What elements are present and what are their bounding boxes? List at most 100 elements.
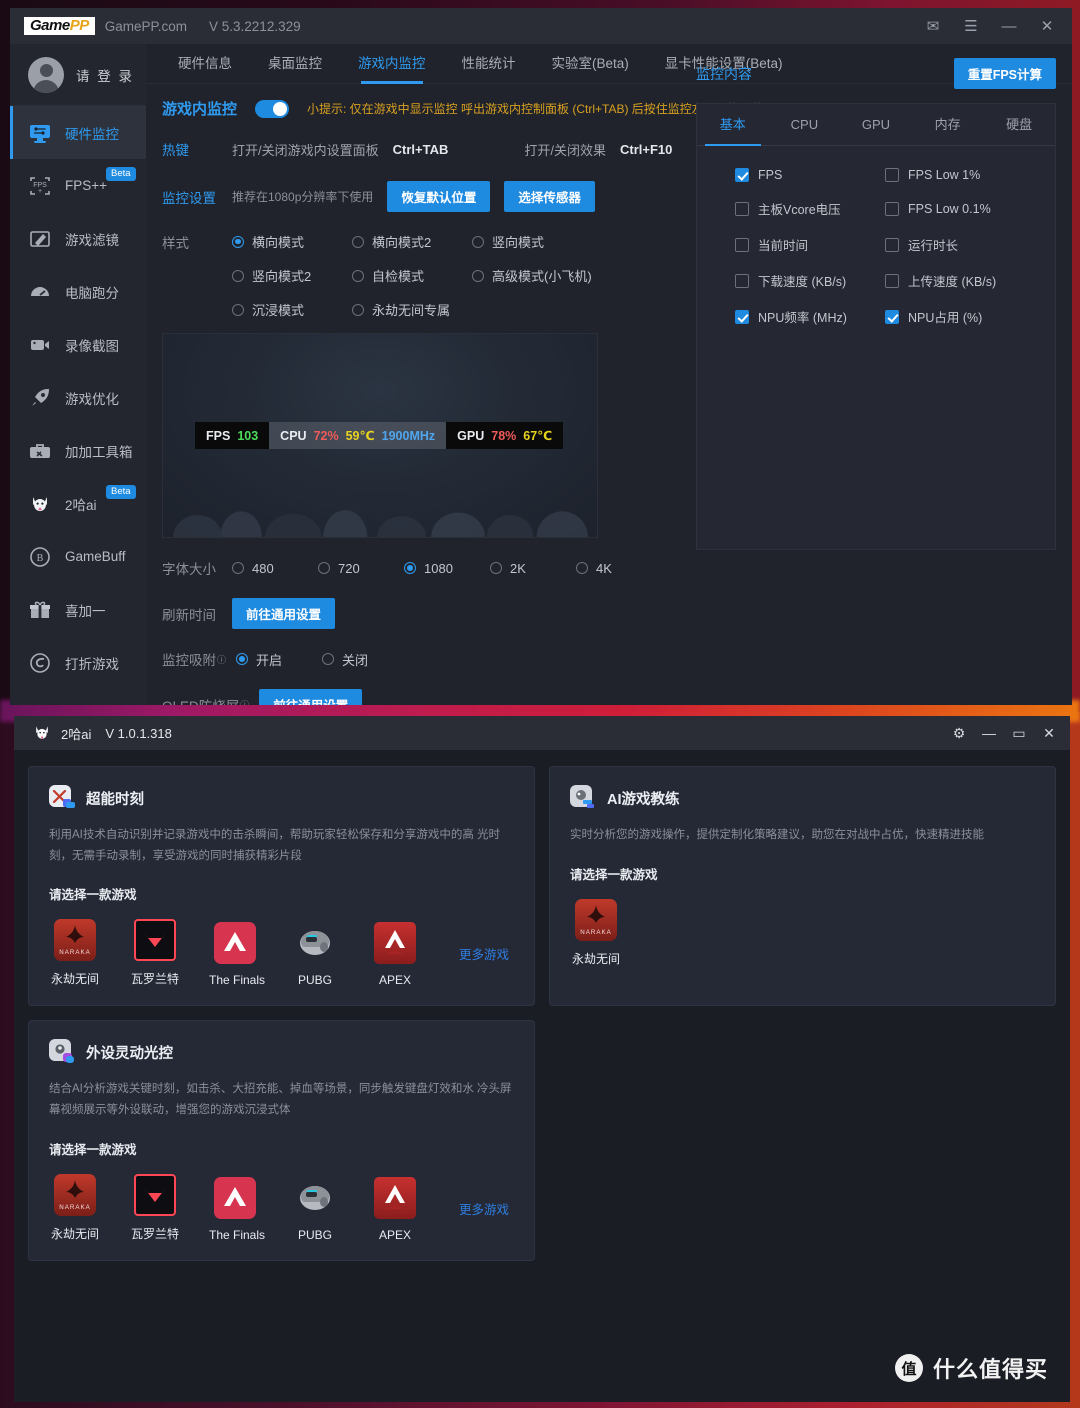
font-size-720[interactable]: 720 [318, 561, 404, 576]
more-games-link[interactable]: 更多游戏 [459, 944, 509, 963]
style-option-horizontal-2[interactable]: 横向模式2 [352, 232, 472, 251]
game-item-naraka[interactable]: NARAKA 永劫无间 [570, 898, 622, 967]
style-option-horizontal[interactable]: 横向模式 [232, 232, 352, 251]
gamepp-logo: GamePP [24, 17, 95, 35]
tab-desktop-monitor[interactable]: 桌面监控 [250, 44, 340, 84]
monitor-snap-on[interactable]: 开启 [236, 650, 322, 669]
style-option-vertical[interactable]: 竖向模式 [472, 232, 612, 251]
mail-icon[interactable]: ✉ [916, 11, 950, 41]
tab-lab-beta[interactable]: 实验室(Beta) [534, 44, 647, 84]
sidebar-item-fps-plus[interactable]: FPS + FPS++ Beta [10, 159, 146, 212]
fps-icon: FPS + [26, 172, 54, 200]
checkbox-box [735, 309, 749, 324]
gamepp-titlebar[interactable]: GamePP GamePP.com V 5.3.2212.329 ✉ ☰ — ✕ [10, 8, 1072, 44]
close-icon[interactable]: ✕ [1034, 719, 1064, 747]
avatar [28, 56, 64, 93]
sidebar-item-game-filter[interactable]: 游戏滤镜 [10, 212, 146, 265]
game-item-valorant[interactable]: 瓦罗兰特 [129, 919, 181, 987]
maximize-icon[interactable]: ▭ [1004, 719, 1034, 747]
rp-tab-memory[interactable]: 内存 [912, 104, 984, 145]
font-size-4k[interactable]: 4K [576, 561, 662, 576]
font-size-1080[interactable]: 1080 [404, 561, 490, 576]
game-item-naraka[interactable]: NARAKA 永劫无间 [49, 1173, 101, 1242]
radio-label: 横向模式2 [372, 235, 432, 250]
sidebar-item-hardware-monitor[interactable]: 硬件监控 [10, 106, 146, 159]
checkbox-vcore[interactable]: 主板Vcore电压 [735, 199, 885, 218]
2ha-ai-window: 2哈ai V 1.0.1.318 ⚙ — ▭ ✕ 超能时刻 利用AI技术自动识别… [14, 716, 1070, 1402]
minimize-icon[interactable]: — [974, 719, 1004, 747]
minimize-icon[interactable]: — [992, 11, 1026, 41]
radio-label: 沉浸模式 [252, 303, 305, 318]
reset-position-button[interactable]: 恢复默认位置 [387, 181, 491, 212]
monitor-snap-off[interactable]: 关闭 [322, 650, 408, 669]
close-icon[interactable]: ✕ [1030, 11, 1064, 41]
sidebar-item-recording[interactable]: 录像截图 [10, 318, 146, 371]
menu-icon[interactable]: ☰ [954, 11, 988, 41]
rp-tab-cpu[interactable]: CPU [769, 104, 841, 145]
style-option-immersive[interactable]: 沉浸模式 [232, 300, 352, 319]
info-icon[interactable]: ⓘ [217, 653, 226, 666]
game-item-valorant[interactable]: 瓦罗兰特 [129, 1173, 181, 1242]
user-login-area[interactable]: 请 登 录 [10, 44, 146, 106]
checkbox-download-speed[interactable]: 下载速度 (KB/s) [735, 271, 885, 290]
reset-fps-button[interactable]: 重置FPS计算 [953, 58, 1056, 89]
sidebar-item-game-optimize[interactable]: 游戏优化 [10, 371, 146, 424]
game-item-naraka[interactable]: NARAKA 永劫无间 [49, 919, 101, 987]
content-area: 硬件信息 桌面监控 游戏内监控 性能统计 实验室(Beta) 显卡性能设置(Be… [146, 44, 1072, 705]
game-item-pubg[interactable]: PUBG [289, 922, 341, 987]
sidebar-item-toolbox[interactable]: 加加工具箱 [10, 424, 146, 477]
more-games-link[interactable]: 更多游戏 [459, 1199, 509, 1218]
game-item-apex[interactable]: APEX [369, 922, 421, 987]
checkbox-current-time[interactable]: 当前时间 [735, 235, 885, 254]
font-size-options: 480 720 1080 2K 4K [232, 561, 662, 576]
checkbox-label: FPS Low 1% [908, 168, 981, 182]
rp-tab-basic[interactable]: 基本 [697, 104, 769, 146]
game-item-thefinals[interactable]: The Finals [209, 1176, 265, 1242]
app-name: 2哈ai [61, 726, 92, 742]
tab-performance-stats[interactable]: 性能统计 [444, 44, 534, 84]
checkbox-box [885, 168, 899, 182]
checkbox-fps-low-1[interactable]: FPS Low 1% [885, 168, 1035, 182]
sidebar-item-2ha-ai[interactable]: 2哈ai Beta [10, 477, 146, 530]
game-list: NARAKA 永劫无间 瓦罗兰特 The Finals PUBG APEX 更多… [49, 1173, 514, 1242]
select-sensor-button[interactable]: 选择传感器 [504, 181, 595, 212]
pubg-icon [294, 922, 336, 964]
radio-dot [232, 562, 244, 574]
checkbox-runtime[interactable]: 运行时长 [885, 235, 1035, 254]
window2-controls: ⚙ — ▭ ✕ [944, 716, 1064, 750]
checkbox-npu-usage[interactable]: NPU占用 (%) [885, 307, 1035, 326]
style-option-vertical-2[interactable]: 竖向模式2 [232, 266, 352, 285]
tab-ingame-monitor[interactable]: 游戏内监控 [340, 44, 444, 84]
checkbox-box [735, 273, 749, 288]
checkbox-npu-clock[interactable]: NPU频率 (MHz) [735, 307, 885, 326]
sidebar-item-benchmark[interactable]: 电脑跑分 [10, 265, 146, 318]
oled-goto-button[interactable]: 前往通用设置 [259, 689, 363, 705]
checkbox-upload-speed[interactable]: 上传速度 (KB/s) [885, 271, 1035, 290]
checkbox-box [885, 201, 899, 216]
sidebar-item-discount-games[interactable]: 打折游戏 [10, 636, 146, 689]
refresh-time-goto-button[interactable]: 前往通用设置 [232, 598, 336, 629]
2ha-ai-titlebar[interactable]: 2哈ai V 1.0.1.318 ⚙ — ▭ ✕ [14, 716, 1070, 750]
game-name: APEX [378, 973, 411, 988]
checkbox-fps[interactable]: FPS [735, 168, 885, 182]
game-item-thefinals[interactable]: The Finals [209, 922, 265, 987]
checkbox-fps-low-01[interactable]: FPS Low 0.1% [885, 199, 1035, 218]
osd-overlay[interactable]: FPS 103 CPU 72% 59℃ 1900MHz GPU 78% 67℃ [195, 422, 564, 449]
style-option-advanced[interactable]: 高级模式(小飞机) [472, 266, 612, 285]
font-size-2k[interactable]: 2K [490, 561, 576, 576]
sidebar-item-gamebuff[interactable]: B GameBuff [10, 530, 146, 583]
info-icon[interactable]: ⓘ [240, 698, 249, 705]
font-size-480[interactable]: 480 [232, 561, 318, 576]
rp-tab-disk[interactable]: 硬盘 [983, 104, 1055, 145]
tab-hardware-info[interactable]: 硬件信息 [160, 44, 250, 84]
rp-tab-gpu[interactable]: GPU [840, 104, 912, 145]
style-option-selfcheck[interactable]: 自检模式 [352, 266, 472, 285]
watermark-text: 什么值得买 [932, 1357, 1048, 1382]
settings-icon[interactable]: ⚙ [944, 719, 974, 747]
game-item-apex[interactable]: APEX [369, 1176, 421, 1242]
discount-icon [26, 649, 54, 677]
style-option-naraka[interactable]: 永劫无间专属 [352, 300, 472, 319]
ingame-monitor-toggle[interactable] [255, 99, 290, 118]
game-item-pubg[interactable]: PUBG [289, 1177, 341, 1242]
sidebar-item-free-games[interactable]: 喜加一 [10, 583, 146, 636]
